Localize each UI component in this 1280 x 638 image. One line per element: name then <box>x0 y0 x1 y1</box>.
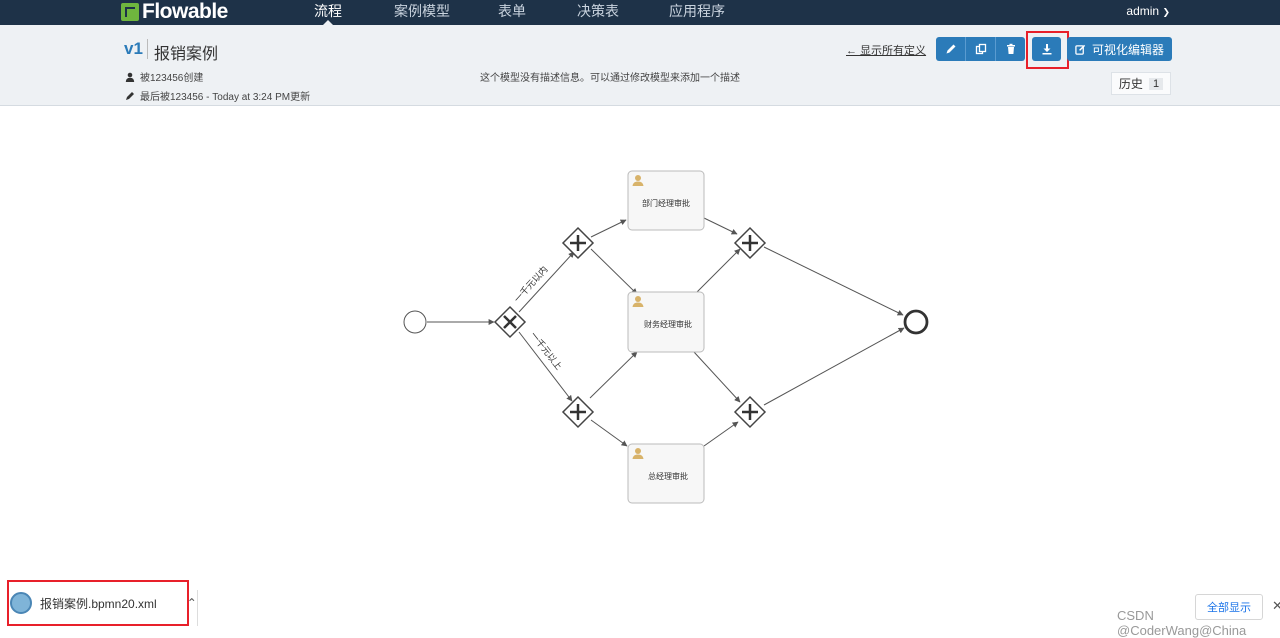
task-label-dept-manager: 部门经理审批 <box>642 198 690 208</box>
edit-square-icon <box>1075 44 1086 55</box>
updated-by-text: 最后被123456 - Today at 3:24 PM更新 <box>140 92 311 103</box>
trash-icon <box>1006 43 1015 54</box>
flow-join2-to-end[interactable] <box>763 327 905 406</box>
task-label-finance-manager: 财务经理审批 <box>644 319 692 329</box>
nav-item-apps[interactable]: 应用程序 <box>669 0 725 25</box>
history-button[interactable]: 历史 1 <box>1111 72 1171 95</box>
flowable-logo[interactable]: Flowable <box>121 0 228 23</box>
nav-item-forms[interactable]: 表单 <box>498 0 526 25</box>
flowable-logo-icon <box>121 3 139 21</box>
flow-split2-to-finance[interactable] <box>589 351 638 399</box>
download-highlight-box <box>1026 31 1069 69</box>
user-name: admin <box>1126 4 1160 18</box>
created-by-row: 被123456创建 <box>125 69 203 84</box>
start-event[interactable] <box>403 310 427 334</box>
model-header: v1 报销案例 被123456创建 最后被123456 - Today at 3… <box>0 25 1280 106</box>
show-all-definitions-link[interactable]: ← 显示所有定义 <box>846 42 926 58</box>
copy-icon <box>975 43 986 55</box>
exclusive-gateway[interactable] <box>493 305 527 339</box>
flow-finance-to-join2[interactable] <box>693 351 741 403</box>
flow-dept-to-join1[interactable] <box>703 217 738 235</box>
user-task-general-manager[interactable]: 总经理审批 <box>627 443 705 504</box>
pencil-icon <box>126 91 134 100</box>
created-by-text: 被123456创建 <box>140 73 204 84</box>
delete-button[interactable] <box>996 37 1025 61</box>
pencil-icon <box>946 44 955 54</box>
model-version: v1 <box>124 39 143 58</box>
brand-name: Flowable <box>142 0 228 23</box>
visual-editor-button[interactable]: 可视化编辑器 <box>1067 37 1172 61</box>
flow-split1-to-finance[interactable] <box>590 248 638 295</box>
chevron-down-icon: ❯ <box>1162 7 1170 17</box>
task-label-general-manager: 总经理审批 <box>648 471 688 481</box>
flow-split2-to-gm[interactable] <box>590 419 628 447</box>
parallel-gateway-join-1[interactable] <box>733 226 767 260</box>
end-event[interactable] <box>903 309 929 335</box>
flow-split1-to-dept[interactable] <box>590 219 627 238</box>
model-toolbar <box>936 37 1025 61</box>
updated-by-row: 最后被123456 - Today at 3:24 PM更新 <box>125 88 310 103</box>
bpmn-diagram: 一千元以内 一千元以上 部门经理审批 财务经理审批 总经理审批 <box>403 170 929 504</box>
history-count-badge: 1 <box>1148 77 1164 90</box>
download-item-highlight-box <box>7 580 189 626</box>
title-divider <box>147 39 148 59</box>
nav-item-case-models[interactable]: 案例模型 <box>394 0 450 25</box>
top-navbar: Flowable 流程 案例模型 表单 决策表 应用程序 admin ❯ <box>0 0 1280 25</box>
user-menu[interactable]: admin ❯ <box>1126 4 1170 18</box>
flow-finance-to-join1[interactable] <box>696 248 741 293</box>
watermark: CSDN @CoderWang@China <box>1117 608 1247 638</box>
user-task-finance-manager[interactable]: 财务经理审批 <box>627 291 705 353</box>
nav-item-decision-tables[interactable]: 决策表 <box>577 0 619 25</box>
flow-label-under-1000: 一千元以内 <box>511 264 549 305</box>
duplicate-button[interactable] <box>966 37 996 61</box>
edit-button[interactable] <box>936 37 966 61</box>
parallel-gateway-split-2[interactable] <box>561 395 595 429</box>
user-icon <box>125 72 135 82</box>
flow-gm-to-join2[interactable] <box>703 421 739 447</box>
history-label: 历史 <box>1118 77 1143 91</box>
download-bar-divider <box>197 590 198 626</box>
visual-editor-label: 可视化编辑器 <box>1091 42 1164 57</box>
parallel-gateway-split-1[interactable] <box>561 226 595 260</box>
page-title: 报销案例 <box>154 46 219 63</box>
user-task-dept-manager[interactable]: 部门经理审批 <box>627 170 705 231</box>
model-description: 这个模型没有描述信息。可以通过修改模型来添加一个描述 <box>480 73 740 84</box>
flow-join1-to-end[interactable] <box>763 246 904 316</box>
